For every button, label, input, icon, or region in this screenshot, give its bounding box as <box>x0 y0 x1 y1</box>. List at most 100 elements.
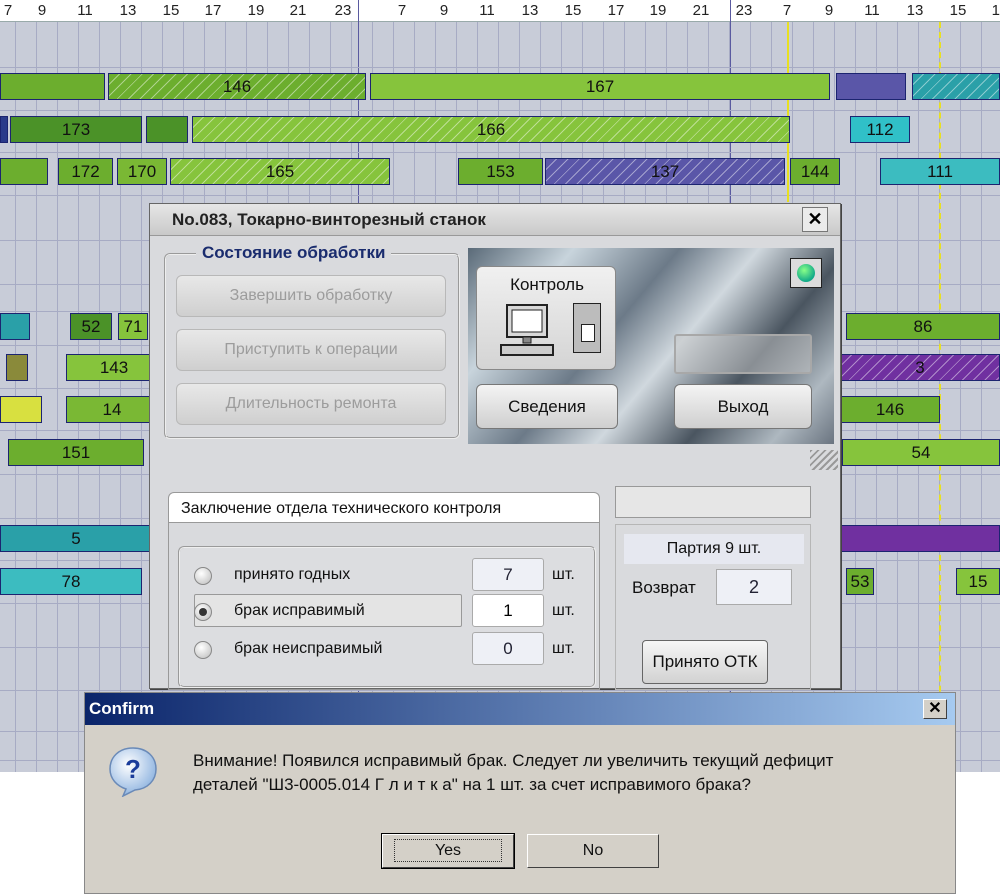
no-button[interactable]: No <box>527 834 659 868</box>
task-bar[interactable]: 165 <box>170 158 390 185</box>
return-quantity-field[interactable]: 2 <box>716 569 792 605</box>
machine-window-titlebar: No.083, Токарно-винторезный станок ✕ <box>150 204 840 236</box>
task-bar[interactable]: 54 <box>842 439 1000 466</box>
accepted-quantity-field[interactable]: 7 <box>472 558 544 591</box>
task-bar[interactable]: 166 <box>192 116 790 143</box>
tick-label: 7 <box>782 2 792 19</box>
finish-processing-button[interactable]: Завершить обработку <box>176 275 446 317</box>
task-bar[interactable]: 5 <box>0 525 152 552</box>
exit-button[interactable]: Выход <box>674 384 812 429</box>
tab-qc-conclusion[interactable]: Заключение отдела технического контроля <box>168 492 600 522</box>
task-bar[interactable]: 143 <box>66 354 162 381</box>
repair-duration-button[interactable]: Длительность ремонта <box>176 383 446 425</box>
grid-line <box>0 110 1000 111</box>
confirm-titlebar: Confirm ✕ <box>85 693 955 725</box>
batch-size-label: Партия 9 шт. <box>624 534 804 564</box>
tick-label: 13 <box>521 2 539 19</box>
confirm-message-line2: деталей "Ш3-0005.014 Г л и т к а" на 1 ш… <box>193 775 751 794</box>
screen: 7 9 11 13 15 17 19 21 23 7 9 11 13 15 17 19 21 23 7 9 11 13 15… <box>0 0 1000 894</box>
machine-close-button[interactable]: ✕ <box>802 207 828 232</box>
control-label: Контроль <box>510 275 584 294</box>
tick-label: 17 <box>204 2 222 19</box>
task-bar[interactable] <box>0 116 8 143</box>
task-bar[interactable]: 153 <box>458 158 543 185</box>
task-bar[interactable] <box>840 525 1000 552</box>
fixable-defect-unit: шт. <box>552 602 575 619</box>
task-bar[interactable] <box>0 73 105 100</box>
return-label: Возврат <box>632 578 696 597</box>
task-bar[interactable]: 137 <box>545 158 785 185</box>
task-bar[interactable]: 151 <box>8 439 144 466</box>
machine-window-title: No.083, Токарно-винторезный станок <box>172 210 486 229</box>
machine-window: No.083, Токарно-винторезный станок ✕ Сос… <box>149 203 841 690</box>
tick-label: 11 <box>864 2 880 19</box>
task-bar[interactable] <box>0 396 42 423</box>
task-bar[interactable]: 144 <box>790 158 840 185</box>
task-bar[interactable]: 112 <box>850 116 910 143</box>
task-bar[interactable] <box>146 116 188 143</box>
tick-label: 23 <box>334 2 352 19</box>
tick-label: 15 <box>949 2 967 19</box>
info-button[interactable]: Сведения <box>476 384 618 429</box>
tick-label: 13 <box>119 2 137 19</box>
grid-line <box>0 690 1000 691</box>
yes-button-label: Yes <box>393 839 503 862</box>
resize-grip-icon[interactable] <box>810 450 838 470</box>
tick-label: 21 <box>289 2 307 19</box>
grid-line <box>960 22 961 772</box>
task-bar[interactable]: 52 <box>70 313 112 340</box>
tick-label: 9 <box>37 2 47 19</box>
task-bar[interactable]: 15 <box>956 568 1000 595</box>
task-bar[interactable]: 146 <box>108 73 366 100</box>
yes-button[interactable]: Yes <box>381 833 515 869</box>
task-bar[interactable] <box>836 73 906 100</box>
unfixable-defect-radio[interactable] <box>194 641 212 659</box>
task-bar[interactable] <box>0 158 48 185</box>
grid-line <box>0 195 1000 196</box>
tick-label: 17 <box>991 2 1000 19</box>
task-bar[interactable]: 111 <box>880 158 1000 185</box>
fixable-defect-label: брак исправимый <box>234 602 365 619</box>
task-bar[interactable]: 78 <box>0 568 142 595</box>
tick-label: 13 <box>906 2 924 19</box>
qc-result-group: принято годных 7 шт. брак исправимый 1 ш… <box>178 546 596 688</box>
fixable-defect-quantity-field[interactable]: 1 <box>472 594 544 627</box>
tick-label: 9 <box>824 2 834 19</box>
unfixable-defect-label: брак неисправимый <box>234 640 383 657</box>
tick-label: 11 <box>77 2 93 19</box>
task-bar[interactable]: 71 <box>118 313 148 340</box>
tick-label: 17 <box>607 2 625 19</box>
start-operation-button[interactable]: Приступить к операции <box>176 329 446 371</box>
tick-label: 19 <box>649 2 667 19</box>
status-indicator-icon <box>790 258 822 288</box>
task-bar[interactable]: 86 <box>846 313 1000 340</box>
task-bar[interactable]: 170 <box>117 158 167 185</box>
control-button[interactable]: Контроль <box>476 266 616 370</box>
task-bar[interactable]: 14 <box>66 396 158 423</box>
task-bar[interactable]: 173 <box>10 116 142 143</box>
task-bar[interactable]: 53 <box>846 568 874 595</box>
task-bar[interactable]: 146 <box>840 396 940 423</box>
accepted-radio[interactable] <box>194 567 212 585</box>
accepted-label: принято годных <box>234 566 351 583</box>
accepted-by-qc-button[interactable]: Принято ОТК <box>642 640 768 684</box>
grid-line <box>0 67 1000 68</box>
tick-label: 19 <box>247 2 265 19</box>
confirm-dialog: Confirm ✕ ? Внимание! Появился исправимы… <box>84 692 956 894</box>
task-bar[interactable] <box>912 73 1000 100</box>
processing-status-group: Состояние обработки Завершить обработку … <box>164 243 460 439</box>
task-bar[interactable] <box>6 354 28 381</box>
task-bar[interactable] <box>0 313 30 340</box>
confirm-close-button[interactable]: ✕ <box>923 699 947 719</box>
fixable-defect-radio[interactable] <box>194 603 212 621</box>
unfixable-defect-quantity-field[interactable]: 0 <box>472 632 544 665</box>
task-bar[interactable]: 3 <box>840 354 1000 381</box>
task-bar[interactable]: 167 <box>370 73 830 100</box>
confirm-title: Confirm <box>89 699 155 718</box>
tick-label: 7 <box>397 2 407 19</box>
fixable-defect-row: брак исправимый 1 шт. <box>190 594 590 628</box>
processing-status-title: Состояние обработки <box>196 243 392 263</box>
task-bar[interactable]: 172 <box>58 158 113 185</box>
unfixable-defect-unit: шт. <box>552 640 575 657</box>
time-scale: 7 9 11 13 15 17 19 21 23 7 9 11 13 15 17 19 21 23 7 9 11 13 15… <box>0 0 1000 22</box>
